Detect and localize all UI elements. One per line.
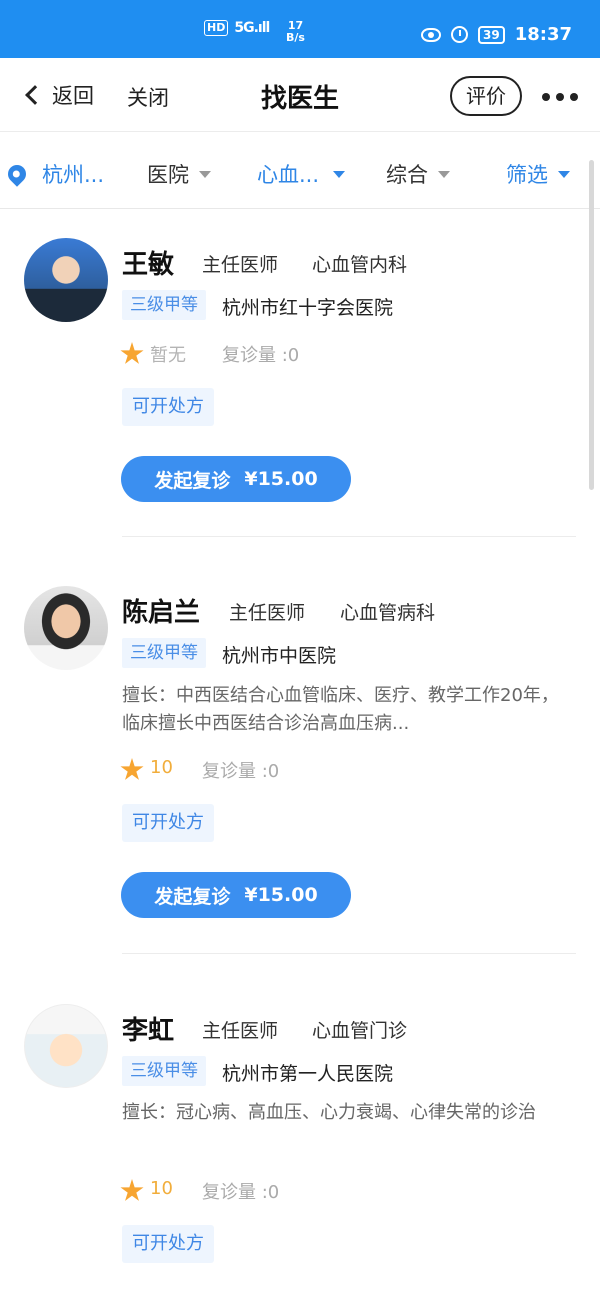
- divider: [122, 953, 576, 954]
- start-revisit-button[interactable]: 发起复诊 ¥15.00: [121, 872, 351, 918]
- star-icon: [120, 758, 144, 780]
- start-revisit-label: 发起复诊: [154, 469, 231, 492]
- hospital-filter[interactable]: 医院: [147, 159, 211, 189]
- hospital-name: 杭州市第一人民医院: [222, 1063, 394, 1085]
- close-button[interactable]: 关闭: [127, 82, 169, 112]
- eye-icon: [421, 27, 441, 42]
- speed-unit: B/s: [286, 31, 305, 44]
- prescription-tag: 可开处方: [122, 1225, 214, 1263]
- doctor-specialty: 擅长：冠心病、高血压、心力衰竭、心律失常的诊治: [122, 1102, 536, 1123]
- location-filter-label: 杭州...: [42, 163, 105, 187]
- start-revisit-label: 发起复诊: [154, 885, 231, 908]
- start-revisit-button[interactable]: 发起复诊 ¥15.00: [121, 456, 351, 502]
- caret-down-icon: [438, 170, 450, 178]
- revisit-count: 复诊量 :0: [222, 345, 300, 366]
- doctor-name: 陈启兰: [122, 598, 201, 628]
- more-icon[interactable]: [542, 93, 578, 101]
- screen-filter-label: 筛选: [506, 163, 548, 187]
- doctor-name: 王敏: [122, 250, 175, 280]
- prescription-tag: 可开处方: [122, 804, 214, 842]
- star-icon: [120, 342, 144, 364]
- location-filter[interactable]: 杭州...: [4, 159, 105, 189]
- hospital-filter-label: 医院: [147, 163, 189, 187]
- doctor-card[interactable]: 王敏 主任医师 心血管内科 三级甲等 杭州市红十字会医院 暂无 复诊量 :0 可…: [0, 210, 600, 540]
- back-label: 返回: [52, 84, 94, 108]
- star-icon: [120, 1179, 144, 1201]
- hd-badge: HD: [204, 20, 229, 36]
- signal-icon: 5G.ıll: [234, 20, 270, 36]
- sort-filter[interactable]: 综合: [386, 159, 450, 189]
- department-filter[interactable]: 心血...: [257, 159, 346, 189]
- doctor-name: 李虹: [122, 1016, 175, 1046]
- doctor-title: 主任医师: [202, 254, 279, 276]
- doctor-department: 心血管门诊: [312, 1020, 408, 1042]
- filter-bar: 杭州... 医院 心血... 综合 筛选: [0, 133, 600, 209]
- doctor-card[interactable]: 李虹 主任医师 心血管门诊 三级甲等 杭州市第一人民医院 擅长：冠心病、高血压、…: [0, 956, 600, 1291]
- doctor-department: 心血管内科: [312, 254, 408, 276]
- rating-value: 10: [150, 1178, 173, 1199]
- hospital-level-badge: 三级甲等: [122, 638, 206, 668]
- location-pin-icon: [4, 161, 30, 187]
- doctor-avatar: [24, 1004, 108, 1088]
- doctor-card[interactable]: 陈启兰 主任医师 心血管病科 三级甲等 杭州市中医院 擅长：中西医结合心血管临床…: [0, 540, 600, 956]
- caret-down-icon: [558, 170, 570, 178]
- sort-filter-label: 综合: [386, 163, 428, 187]
- network-speed: 17 B/s: [286, 20, 305, 44]
- doctor-avatar: [24, 586, 108, 670]
- doctor-avatar: [24, 238, 108, 322]
- hospital-level-badge: 三级甲等: [122, 290, 206, 320]
- alarm-icon: [451, 26, 468, 43]
- doctor-department: 心血管病科: [340, 602, 436, 624]
- status-bar: HD 5G.ıll 17 B/s 39 18:37: [0, 0, 600, 58]
- nav-bar: 返回 关闭 找医生 评价: [0, 58, 600, 132]
- hospital-name: 杭州市红十字会医院: [222, 297, 394, 319]
- divider: [122, 536, 576, 537]
- doctor-specialty: 擅长：中西医结合心血管临床、医疗、教学工作20年，临床擅长中西医结合诊治高血压病…: [122, 685, 559, 734]
- battery-icon: 39: [478, 25, 505, 44]
- prescription-tag: 可开处方: [122, 388, 214, 426]
- back-button[interactable]: 返回: [22, 80, 94, 110]
- caret-down-icon: [199, 170, 211, 178]
- rate-button[interactable]: 评价: [450, 76, 522, 116]
- doctor-title: 主任医师: [202, 1020, 279, 1042]
- revisit-count: 复诊量 :0: [202, 1182, 280, 1203]
- rating-value: 10: [150, 757, 173, 778]
- doctor-title: 主任医师: [229, 602, 306, 624]
- department-filter-label: 心血...: [257, 163, 320, 187]
- scrollbar[interactable]: [589, 160, 594, 490]
- revisit-price: ¥15.00: [244, 884, 318, 906]
- network-indicators: HD 5G.ıll: [204, 20, 270, 36]
- revisit-price: ¥15.00: [244, 468, 318, 490]
- caret-down-icon: [333, 170, 346, 178]
- rating-value: 暂无: [150, 345, 186, 366]
- clock: 18:37: [514, 24, 572, 45]
- revisit-count: 复诊量 :0: [202, 761, 280, 782]
- chevron-left-icon: [25, 85, 45, 105]
- status-right: 39 18:37: [421, 24, 572, 45]
- screen-filter[interactable]: 筛选: [506, 159, 570, 189]
- hospital-name: 杭州市中医院: [222, 645, 337, 667]
- hospital-level-badge: 三级甲等: [122, 1056, 206, 1086]
